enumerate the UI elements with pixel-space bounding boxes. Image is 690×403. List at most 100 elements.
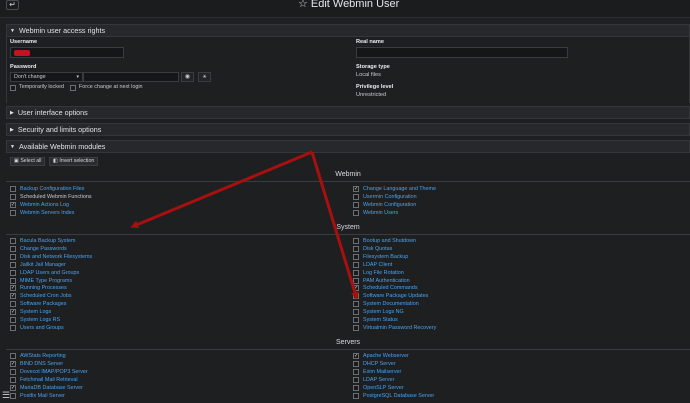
module-checkbox[interactable]: [353, 269, 359, 276]
force-change-checkbox[interactable]: [70, 85, 76, 91]
module-name[interactable]: Postfix Mail Server: [20, 392, 65, 400]
module-name[interactable]: Software Packages: [20, 300, 66, 308]
module-checkbox[interactable]: [10, 368, 16, 375]
module-checkbox[interactable]: [353, 360, 359, 367]
module-name[interactable]: Webmin Actions Log: [20, 201, 69, 209]
module-checkbox[interactable]: [10, 309, 16, 316]
available-modules-header[interactable]: ▼ Available Webmin modules: [6, 140, 690, 153]
module-checkbox[interactable]: [353, 186, 359, 192]
module-checkbox[interactable]: [353, 376, 359, 383]
module-checkbox[interactable]: [10, 376, 16, 383]
module-name[interactable]: BIND DNS Server: [20, 360, 63, 368]
module-checkbox[interactable]: [10, 285, 16, 292]
show-password-button[interactable]: ◉: [181, 72, 194, 82]
module-checkbox[interactable]: [353, 245, 359, 252]
module-name[interactable]: Backup Configuration Files: [20, 185, 84, 193]
module-name[interactable]: MIME Type Programs: [20, 277, 72, 285]
realname-input[interactable]: [356, 47, 568, 58]
module-name[interactable]: PostgreSQL Database Server: [363, 392, 434, 400]
module-name[interactable]: Bacula Backup System: [20, 237, 75, 245]
security-limits-options-header[interactable]: ▶ Security and limits options: [6, 123, 690, 136]
module-checkbox[interactable]: [353, 324, 359, 331]
module-name[interactable]: Webmin Configuration: [363, 201, 416, 209]
module-checkbox[interactable]: [353, 277, 359, 284]
module-name[interactable]: Log File Rotation: [363, 269, 404, 277]
module-checkbox[interactable]: [353, 285, 359, 292]
module-checkbox[interactable]: [10, 201, 16, 208]
module-checkbox[interactable]: [10, 301, 16, 308]
back-button[interactable]: ↵: [6, 0, 19, 10]
module-name[interactable]: Scheduled Commands: [363, 284, 418, 292]
module-checkbox[interactable]: [353, 384, 359, 391]
module-name[interactable]: System Logs: [20, 308, 51, 316]
module-name[interactable]: Webmin Users: [363, 209, 398, 217]
module-checkbox[interactable]: [10, 317, 16, 323]
module-checkbox[interactable]: [353, 193, 359, 200]
module-checkbox[interactable]: [10, 253, 16, 260]
password-input[interactable]: [83, 72, 179, 82]
module-name[interactable]: Disk Quotas: [363, 245, 392, 253]
module-checkbox[interactable]: [353, 293, 359, 300]
module-name[interactable]: Change Passwords: [20, 245, 67, 253]
module-checkbox[interactable]: [10, 293, 16, 300]
module-checkbox[interactable]: [10, 261, 16, 268]
module-checkbox[interactable]: [353, 201, 359, 208]
module-checkbox[interactable]: [353, 353, 359, 359]
module-checkbox[interactable]: [353, 301, 359, 308]
module-name[interactable]: Bootup and Shutdown: [363, 237, 416, 245]
module-checkbox[interactable]: [10, 186, 16, 192]
module-name[interactable]: AWStats Reporting: [20, 352, 66, 360]
module-checkbox[interactable]: [353, 253, 359, 260]
module-checkbox[interactable]: [353, 238, 359, 244]
password-mode-select[interactable]: Don't change ▾: [10, 72, 83, 82]
star-outline-icon[interactable]: ☆: [298, 0, 308, 10]
module-name[interactable]: System Status: [363, 316, 398, 324]
username-input[interactable]: [10, 47, 124, 58]
module-checkbox[interactable]: [10, 269, 16, 276]
user-interface-options-header[interactable]: ▶ User interface options: [6, 106, 690, 119]
module-checkbox[interactable]: [10, 324, 16, 331]
module-name[interactable]: Fetchmail Mail Retrieval: [20, 376, 78, 384]
module-checkbox[interactable]: [353, 309, 359, 316]
invert-selection-button[interactable]: ◧ Invert selection: [49, 157, 99, 166]
module-name[interactable]: OpenSLP Server: [363, 384, 404, 392]
module-name[interactable]: Disk and Network Filesystems: [20, 253, 92, 261]
module-name[interactable]: Running Processes: [20, 284, 67, 292]
module-name[interactable]: Change Language and Theme: [363, 185, 436, 193]
module-name[interactable]: LDAP Client: [363, 261, 392, 269]
module-name[interactable]: Filesystem Backup: [363, 253, 408, 261]
module-name[interactable]: MariaDB Database Server: [20, 384, 83, 392]
module-name[interactable]: Exim Mailserver: [363, 368, 401, 376]
module-checkbox[interactable]: [10, 238, 16, 244]
module-name[interactable]: PAM Authentication: [363, 277, 410, 285]
module-name[interactable]: Usermin Configuration: [363, 193, 417, 201]
module-name[interactable]: System Logs RS: [20, 316, 60, 324]
module-name[interactable]: LDAP Users and Groups: [20, 269, 79, 277]
module-checkbox[interactable]: [353, 209, 359, 216]
module-name[interactable]: Software Package Updates: [363, 292, 428, 300]
generate-password-button[interactable]: ⚹: [198, 72, 211, 82]
temporarily-locked-checkbox[interactable]: [10, 85, 16, 91]
menu-icon[interactable]: ☰: [2, 391, 12, 401]
module-name[interactable]: Users and Groups: [20, 324, 64, 332]
module-name[interactable]: Dovecot IMAP/POP3 Server: [20, 368, 88, 376]
select-all-button[interactable]: ▣ Select all: [10, 157, 46, 166]
module-name[interactable]: Apache Webserver: [363, 352, 409, 360]
module-checkbox[interactable]: [10, 245, 16, 252]
module-checkbox[interactable]: [10, 277, 16, 284]
module-checkbox[interactable]: [10, 360, 16, 367]
module-checkbox[interactable]: [10, 209, 16, 216]
module-name[interactable]: DHCP Server: [363, 360, 396, 368]
module-name[interactable]: Jailkit Jail Manager: [20, 261, 66, 269]
access-rights-header[interactable]: ▼ Webmin user access rights: [6, 24, 690, 37]
module-checkbox[interactable]: [10, 193, 16, 200]
module-name[interactable]: Virtualmin Password Recovery: [363, 324, 436, 332]
module-checkbox[interactable]: [353, 261, 359, 268]
module-name[interactable]: Scheduled Cron Jobs: [20, 292, 72, 300]
module-name[interactable]: Webmin Servers Index: [20, 209, 74, 217]
module-checkbox[interactable]: [353, 368, 359, 375]
module-checkbox[interactable]: [353, 317, 359, 323]
module-name[interactable]: System Logs NG: [363, 308, 404, 316]
module-checkbox[interactable]: [10, 353, 16, 359]
module-checkbox[interactable]: [10, 384, 16, 391]
